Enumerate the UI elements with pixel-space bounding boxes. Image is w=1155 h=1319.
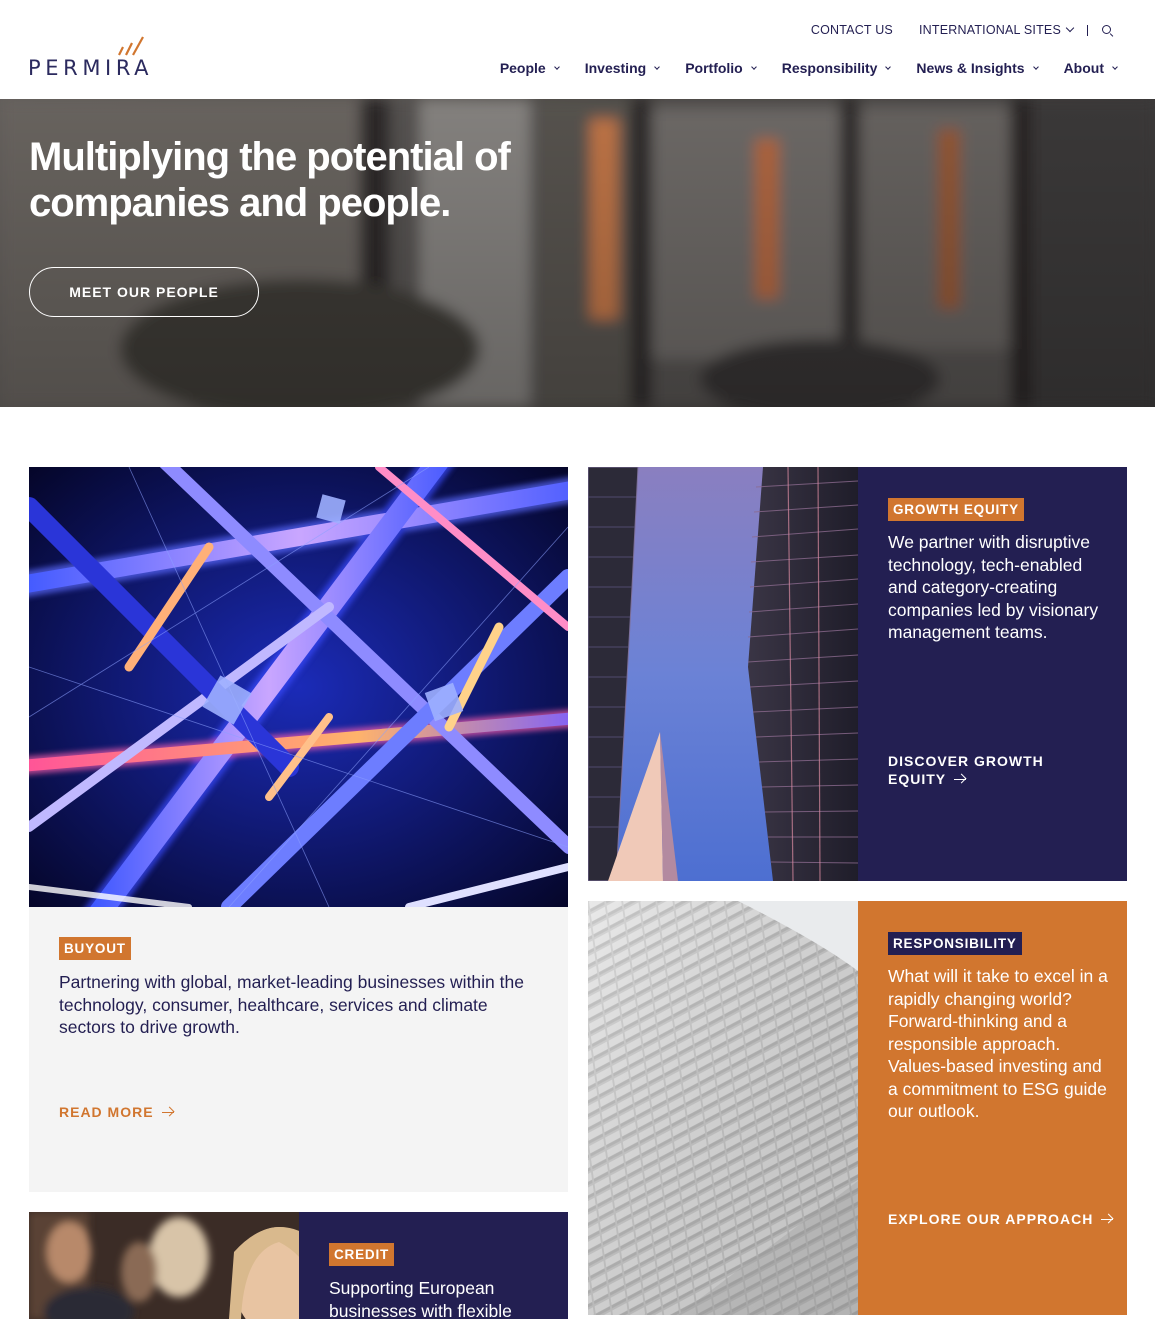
nav-item-label: About [1063, 60, 1104, 76]
growth-equity-description: We partner with disruptive technology, t… [888, 532, 1099, 642]
nav-item-news-insights[interactable]: News & Insights [916, 60, 1039, 76]
chevron-down-icon [654, 63, 661, 70]
neon-structure-image [29, 467, 568, 907]
responsibility-card[interactable]: RESPONSIBILITY What will it take to exce… [588, 901, 1127, 1315]
hero-title-line2: companies and people. [29, 181, 451, 225]
nav-item-label: News & Insights [916, 60, 1025, 76]
credit-card[interactable]: CREDIT Supporting European businesses wi… [29, 1212, 568, 1319]
search-icon[interactable] [1101, 24, 1114, 37]
buyout-image [29, 467, 568, 907]
hero-title-line1: Multiplying the potential of [29, 135, 511, 179]
buyout-read-more-link[interactable]: READ MORE [59, 1103, 175, 1121]
nav-item-responsibility[interactable]: Responsibility [781, 60, 892, 76]
growth-equity-card[interactable]: GROWTH EQUITY We partner with disruptive… [588, 467, 1127, 881]
site-header: PERMIRA CONTACT US INTERNATIONAL SITES P… [0, 0, 1155, 99]
buyout-tag: BUYOUT [59, 937, 131, 960]
nav-item-label: Investing [584, 60, 647, 76]
tiled-facade-image [588, 901, 858, 1315]
hero-banner: Multiplying the potential of companies a… [0, 99, 1155, 407]
discover-growth-equity-link[interactable]: DISCOVER GROWTH EQUITY [888, 752, 1044, 788]
responsibility-tag: RESPONSIBILITY [888, 932, 1022, 955]
nav-item-label: Portfolio [685, 60, 743, 76]
explore-our-approach-link[interactable]: EXPLORE OUR APPROACH [888, 1210, 1114, 1228]
nav-item-label: People [499, 60, 546, 76]
nav-item-people[interactable]: People [499, 60, 560, 76]
chevron-down-icon [1112, 63, 1118, 70]
credit-body: CREDIT Supporting European businesses wi… [299, 1212, 568, 1319]
arrow-right-icon [1101, 1213, 1114, 1225]
nav-item-label: Responsibility [781, 60, 878, 76]
responsibility-image [588, 901, 858, 1315]
main-nav: People Investing Portfolio Responsibilit… [474, 60, 1118, 76]
buyout-body: BUYOUT Partnering with global, market-le… [29, 907, 568, 1192]
chevron-down-icon [1065, 23, 1075, 33]
growth-equity-body: GROWTH EQUITY We partner with disruptive… [858, 467, 1127, 881]
cta-line1: DISCOVER GROWTH [888, 753, 1044, 769]
buyout-card[interactable]: BUYOUT Partnering with global, market-le… [29, 467, 568, 1192]
nav-item-investing[interactable]: Investing [584, 60, 661, 76]
credit-tag: CREDIT [329, 1243, 395, 1266]
explore-label: EXPLORE OUR APPROACH [888, 1211, 1094, 1227]
international-sites-label: INTERNATIONAL SITES [918, 23, 1061, 37]
chevron-down-icon [750, 63, 757, 70]
chevron-down-icon [1032, 63, 1039, 70]
arrow-right-icon [161, 1106, 175, 1118]
buyout-description: Partnering with global, market-leading b… [59, 972, 524, 1037]
international-sites-dropdown[interactable]: INTERNATIONAL SITES [918, 23, 1075, 37]
logo-wordmark: PERMIRA [28, 56, 154, 80]
hero-title: Multiplying the potential of companies a… [29, 134, 589, 226]
responsibility-body: RESPONSIBILITY What will it take to exce… [858, 901, 1127, 1315]
people-meeting-image [29, 1212, 299, 1319]
nav-item-about[interactable]: About [1063, 60, 1118, 76]
chevron-down-icon [553, 63, 560, 70]
skyscraper-image [588, 467, 858, 881]
utility-nav: CONTACT US INTERNATIONAL SITES [785, 23, 1114, 37]
nav-item-portfolio[interactable]: Portfolio [685, 60, 757, 76]
meet-our-people-button[interactable]: MEET OUR PEOPLE [29, 267, 259, 317]
logo-mark-icon [118, 36, 144, 56]
chevron-down-icon [885, 63, 892, 70]
contact-us-link[interactable]: CONTACT US [811, 23, 893, 37]
responsibility-description: What will it take to excel in a rapidly … [888, 966, 1108, 1121]
read-more-label: READ MORE [59, 1104, 154, 1120]
growth-equity-image [588, 467, 858, 881]
utility-divider [1087, 24, 1088, 36]
permira-logo[interactable]: PERMIRA [28, 34, 180, 80]
credit-description: Supporting European businesses with flex… [329, 1278, 512, 1319]
cta-line2: EQUITY [888, 771, 947, 787]
arrow-right-icon [954, 773, 967, 785]
credit-image [29, 1212, 299, 1319]
growth-equity-tag: GROWTH EQUITY [888, 498, 1024, 521]
